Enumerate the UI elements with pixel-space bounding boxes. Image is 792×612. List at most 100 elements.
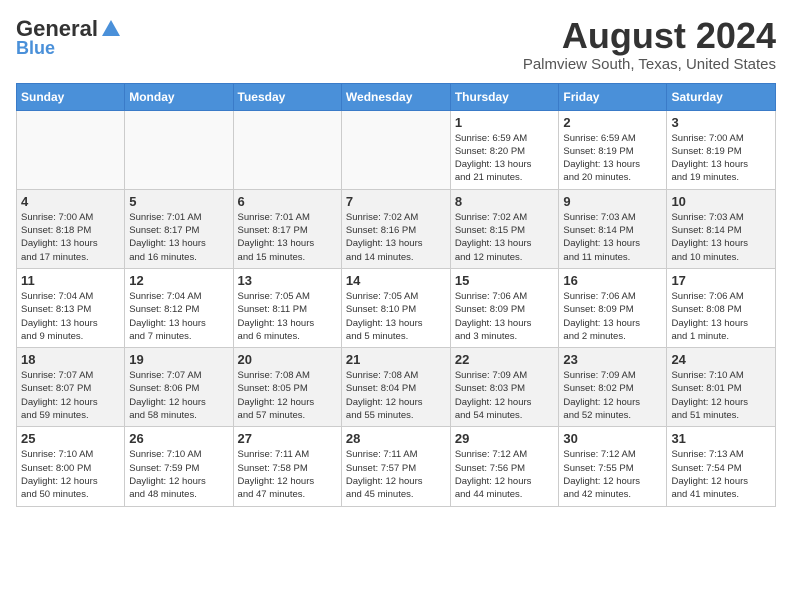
date-number: 16 <box>563 273 662 288</box>
day-info: Sunrise: 7:06 AM Sunset: 8:09 PM Dayligh… <box>455 290 555 343</box>
date-number: 7 <box>346 194 446 209</box>
day-info: Sunrise: 7:01 AM Sunset: 8:17 PM Dayligh… <box>129 211 228 264</box>
day-info: Sunrise: 7:10 AM Sunset: 7:59 PM Dayligh… <box>129 448 228 501</box>
day-info: Sunrise: 7:04 AM Sunset: 8:12 PM Dayligh… <box>129 290 228 343</box>
calendar-cell: 31 Sunrise: 7:13 AM Sunset: 7:54 PM Dayli… <box>667 427 776 506</box>
logo-icon <box>100 18 122 40</box>
day-info: Sunrise: 7:08 AM Sunset: 8:04 PM Dayligh… <box>346 369 446 422</box>
day-info: Sunrise: 7:07 AM Sunset: 8:06 PM Dayligh… <box>129 369 228 422</box>
calendar-week-row: 1Sunrise: 6:59 AM Sunset: 8:20 PM Daylig… <box>17 110 776 189</box>
calendar-cell: 24 Sunrise: 7:10 AM Sunset: 8:01 PM Dayli… <box>667 348 776 427</box>
calendar-cell: 26 Sunrise: 7:10 AM Sunset: 7:59 PM Dayli… <box>125 427 233 506</box>
day-info: Sunrise: 7:06 AM Sunset: 8:09 PM Dayligh… <box>563 290 662 343</box>
calendar-header-row: SundayMondayTuesdayWednesdayThursdayFrid… <box>17 83 776 110</box>
calendar-cell: 10 Sunrise: 7:03 AM Sunset: 8:14 PM Dayli… <box>667 189 776 268</box>
calendar-cell <box>17 110 125 189</box>
day-info: Sunrise: 7:00 AM Sunset: 8:18 PM Dayligh… <box>21 211 120 264</box>
date-number: 24 <box>671 352 771 367</box>
date-number: 1 <box>455 115 555 130</box>
calendar-cell: 20 Sunrise: 7:08 AM Sunset: 8:05 PM Dayli… <box>233 348 341 427</box>
calendar-week-row: 18 Sunrise: 7:07 AM Sunset: 8:07 PM Dayli… <box>17 348 776 427</box>
date-number: 13 <box>238 273 337 288</box>
date-number: 26 <box>129 431 228 446</box>
calendar-cell: 12 Sunrise: 7:04 AM Sunset: 8:12 PM Dayli… <box>125 268 233 347</box>
date-number: 18 <box>21 352 120 367</box>
date-number: 11 <box>21 273 120 288</box>
day-info: Sunrise: 7:09 AM Sunset: 8:02 PM Dayligh… <box>563 369 662 422</box>
column-header-wednesday: Wednesday <box>341 83 450 110</box>
date-number: 17 <box>671 273 771 288</box>
day-info: Sunrise: 7:07 AM Sunset: 8:07 PM Dayligh… <box>21 369 120 422</box>
day-info: Sunrise: 7:02 AM Sunset: 8:16 PM Dayligh… <box>346 211 446 264</box>
calendar-cell: 25 Sunrise: 7:10 AM Sunset: 8:00 PM Dayli… <box>17 427 125 506</box>
calendar-week-row: 11 Sunrise: 7:04 AM Sunset: 8:13 PM Dayli… <box>17 268 776 347</box>
calendar-cell: 22 Sunrise: 7:09 AM Sunset: 8:03 PM Dayli… <box>450 348 559 427</box>
day-info: Sunrise: 7:03 AM Sunset: 8:14 PM Dayligh… <box>563 211 662 264</box>
calendar-cell: 28Sunrise: 7:11 AM Sunset: 7:57 PM Dayli… <box>341 427 450 506</box>
calendar-cell: 14Sunrise: 7:05 AM Sunset: 8:10 PM Dayli… <box>341 268 450 347</box>
calendar-cell: 15 Sunrise: 7:06 AM Sunset: 8:09 PM Dayli… <box>450 268 559 347</box>
date-number: 10 <box>671 194 771 209</box>
calendar-week-row: 25 Sunrise: 7:10 AM Sunset: 8:00 PM Dayli… <box>17 427 776 506</box>
day-info: Sunrise: 7:06 AM Sunset: 8:08 PM Dayligh… <box>671 290 771 343</box>
logo-blue: Blue <box>16 38 55 59</box>
date-number: 5 <box>129 194 228 209</box>
calendar-cell: 11 Sunrise: 7:04 AM Sunset: 8:13 PM Dayli… <box>17 268 125 347</box>
column-header-sunday: Sunday <box>17 83 125 110</box>
calendar-week-row: 4 Sunrise: 7:00 AM Sunset: 8:18 PM Daylig… <box>17 189 776 268</box>
day-info: Sunrise: 7:05 AM Sunset: 8:11 PM Dayligh… <box>238 290 337 343</box>
column-header-tuesday: Tuesday <box>233 83 341 110</box>
calendar-cell: 5 Sunrise: 7:01 AM Sunset: 8:17 PM Daylig… <box>125 189 233 268</box>
date-number: 25 <box>21 431 120 446</box>
calendar-cell: 8Sunrise: 7:02 AM Sunset: 8:15 PM Daylig… <box>450 189 559 268</box>
day-info: Sunrise: 7:10 AM Sunset: 8:00 PM Dayligh… <box>21 448 120 501</box>
day-info: Sunrise: 7:04 AM Sunset: 8:13 PM Dayligh… <box>21 290 120 343</box>
date-number: 4 <box>21 194 120 209</box>
calendar: SundayMondayTuesdayWednesdayThursdayFrid… <box>16 83 776 507</box>
date-number: 20 <box>238 352 337 367</box>
calendar-cell: 1Sunrise: 6:59 AM Sunset: 8:20 PM Daylig… <box>450 110 559 189</box>
date-number: 8 <box>455 194 555 209</box>
date-number: 15 <box>455 273 555 288</box>
date-number: 22 <box>455 352 555 367</box>
column-header-thursday: Thursday <box>450 83 559 110</box>
day-info: Sunrise: 7:12 AM Sunset: 7:56 PM Dayligh… <box>455 448 555 501</box>
date-number: 19 <box>129 352 228 367</box>
month-year: August 2024 <box>523 16 776 56</box>
calendar-cell: 30Sunrise: 7:12 AM Sunset: 7:55 PM Dayli… <box>559 427 667 506</box>
date-number: 30 <box>563 431 662 446</box>
calendar-cell: 4 Sunrise: 7:00 AM Sunset: 8:18 PM Daylig… <box>17 189 125 268</box>
day-info: Sunrise: 6:59 AM Sunset: 8:19 PM Dayligh… <box>563 132 662 185</box>
day-info: Sunrise: 7:05 AM Sunset: 8:10 PM Dayligh… <box>346 290 446 343</box>
date-number: 2 <box>563 115 662 130</box>
calendar-cell: 2 Sunrise: 6:59 AM Sunset: 8:19 PM Daylig… <box>559 110 667 189</box>
day-info: Sunrise: 7:08 AM Sunset: 8:05 PM Dayligh… <box>238 369 337 422</box>
date-number: 12 <box>129 273 228 288</box>
day-info: Sunrise: 7:10 AM Sunset: 8:01 PM Dayligh… <box>671 369 771 422</box>
title-area: August 2024 Palmview South, Texas, Unite… <box>523 16 776 73</box>
day-info: Sunrise: 7:11 AM Sunset: 7:58 PM Dayligh… <box>238 448 337 501</box>
calendar-cell: 9 Sunrise: 7:03 AM Sunset: 8:14 PM Daylig… <box>559 189 667 268</box>
calendar-cell: 27Sunrise: 7:11 AM Sunset: 7:58 PM Dayli… <box>233 427 341 506</box>
calendar-cell <box>341 110 450 189</box>
day-info: Sunrise: 7:01 AM Sunset: 8:17 PM Dayligh… <box>238 211 337 264</box>
day-info: Sunrise: 7:13 AM Sunset: 7:54 PM Dayligh… <box>671 448 771 501</box>
day-info: Sunrise: 7:00 AM Sunset: 8:19 PM Dayligh… <box>671 132 771 185</box>
calendar-cell: 3 Sunrise: 7:00 AM Sunset: 8:19 PM Daylig… <box>667 110 776 189</box>
date-number: 28 <box>346 431 446 446</box>
date-number: 9 <box>563 194 662 209</box>
calendar-cell <box>233 110 341 189</box>
day-info: Sunrise: 7:03 AM Sunset: 8:14 PM Dayligh… <box>671 211 771 264</box>
logo: General Blue <box>16 16 122 59</box>
day-info: Sunrise: 7:09 AM Sunset: 8:03 PM Dayligh… <box>455 369 555 422</box>
date-number: 3 <box>671 115 771 130</box>
date-number: 31 <box>671 431 771 446</box>
calendar-cell: 13 Sunrise: 7:05 AM Sunset: 8:11 PM Dayli… <box>233 268 341 347</box>
calendar-cell: 29 Sunrise: 7:12 AM Sunset: 7:56 PM Dayli… <box>450 427 559 506</box>
date-number: 29 <box>455 431 555 446</box>
calendar-cell: 16 Sunrise: 7:06 AM Sunset: 8:09 PM Dayli… <box>559 268 667 347</box>
date-number: 6 <box>238 194 337 209</box>
calendar-cell: 21 Sunrise: 7:08 AM Sunset: 8:04 PM Dayli… <box>341 348 450 427</box>
calendar-cell: 18 Sunrise: 7:07 AM Sunset: 8:07 PM Dayli… <box>17 348 125 427</box>
date-number: 21 <box>346 352 446 367</box>
